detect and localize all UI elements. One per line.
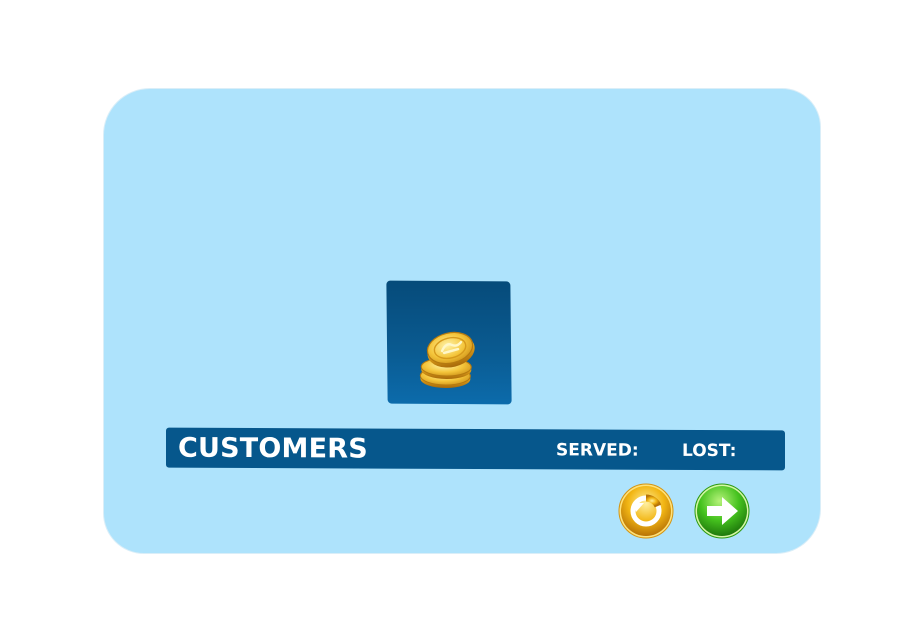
- lost-label: LOST:: [682, 440, 737, 462]
- customers-bar: CUSTOMERS SERVED: LOST:: [166, 427, 785, 471]
- replay-button[interactable]: [618, 483, 674, 539]
- customers-title: CUSTOMERS: [178, 432, 368, 465]
- reward-tile: [386, 280, 512, 405]
- gold-coins-icon: [419, 331, 475, 388]
- replay-icon: [618, 483, 674, 539]
- next-arrow-icon: [694, 483, 750, 539]
- served-label: SERVED:: [556, 440, 639, 461]
- next-button[interactable]: [694, 483, 750, 539]
- level-summary-screen: CUSTOMERS SERVED: LOST:: [0, 0, 902, 630]
